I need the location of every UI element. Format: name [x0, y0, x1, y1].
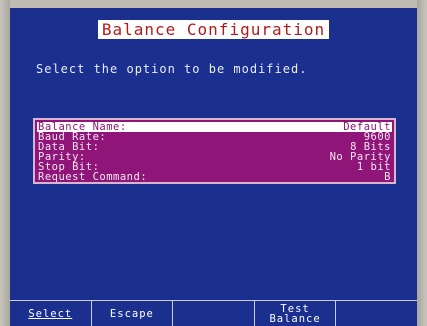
select-softkey-label: Select	[28, 308, 73, 320]
menu-item-value: B	[384, 171, 391, 183]
escape-softkey[interactable]: Escape	[92, 301, 174, 326]
title-bar: Balance Configuration	[0, 20, 427, 39]
softkey-bar: Select Escape Test Balance	[10, 300, 417, 326]
blank-softkey-1[interactable]	[173, 301, 255, 326]
select-softkey[interactable]: Select	[10, 301, 92, 326]
blank-softkey-2[interactable]	[336, 301, 417, 326]
menu-item-label: Request Command:	[38, 171, 148, 183]
test-balance-label: Test Balance	[269, 304, 321, 325]
options-menu: Balance Name: Default Baud Rate: 9600 Da…	[33, 118, 396, 184]
screen-bezel-top	[0, 0, 427, 8]
test-balance-softkey[interactable]: Test Balance	[255, 301, 337, 326]
page-title: Balance Configuration	[97, 20, 330, 39]
menu-item-request-command[interactable]: Request Command: B	[37, 171, 392, 183]
escape-softkey-label: Escape	[109, 308, 154, 320]
screen-bezel-left	[0, 0, 10, 326]
device-screen: Balance Configuration Select the option …	[0, 0, 427, 326]
screen-bezel-right	[417, 0, 427, 326]
instruction-text: Select the option to be modified.	[36, 62, 308, 76]
test-balance-label-line2: Balance	[269, 313, 321, 325]
